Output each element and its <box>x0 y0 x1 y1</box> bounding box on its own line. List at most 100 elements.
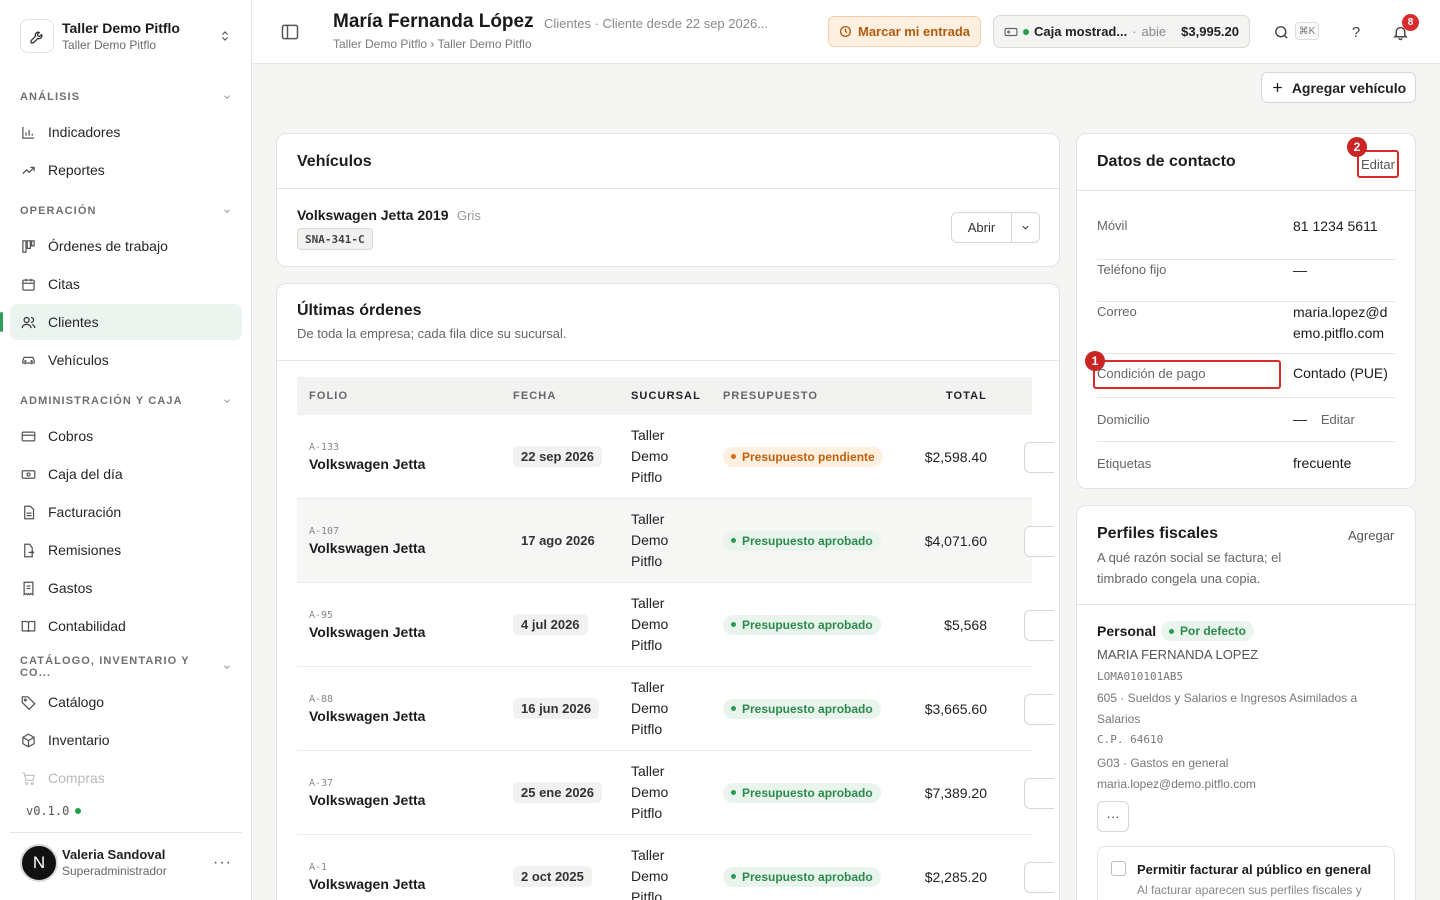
order-vehicle: Volkswagen Jetta <box>309 455 426 472</box>
nav-item-gastos[interactable]: Gastos <box>10 570 242 606</box>
column-header[interactable]: SUCURSAL <box>631 386 723 407</box>
fiscal-postal-code: C.P. 64610 <box>1097 733 1164 746</box>
recent-orders-card: Últimas órdenes De toda la empresa; cada… <box>276 283 1060 900</box>
nav-section-administracion[interactable]: ADMINISTRACIÓN Y CAJA <box>10 384 242 418</box>
fiscal-description: A qué razón social se factura; el timbra… <box>1097 550 1282 586</box>
nav-item-compras[interactable]: Compras <box>10 760 242 796</box>
add-vehicle-button[interactable]: Agregar vehículo <box>1261 72 1416 103</box>
row-action-button[interactable] <box>1024 694 1054 725</box>
allow-public-title: Permitir facturar al público en general <box>1137 862 1372 877</box>
nav-item-inventario[interactable]: Inventario <box>10 722 242 758</box>
allow-public-checkbox[interactable] <box>1111 861 1126 876</box>
order-vehicle: Volkswagen Jetta <box>309 539 426 556</box>
cash-register-name: Caja mostrad... <box>1034 24 1128 39</box>
nav-item-facturacion[interactable]: Facturación <box>10 494 242 530</box>
table-row[interactable]: A-1 Volkswagen Jetta 2 oct 2025 Taller Demo P… <box>297 835 1054 900</box>
fiscal-cfdi-use: G03 · Gastos en general <box>1097 756 1229 770</box>
user-name: Valeria Sandoval <box>62 847 166 862</box>
nav-item-citas[interactable]: Citas <box>10 266 242 302</box>
fiscal-email: maria.lopez@demo.pitflo.com <box>1097 777 1256 791</box>
nav-item-remisiones[interactable]: Remisiones <box>10 532 242 568</box>
more-icon[interactable]: ··· <box>213 854 232 872</box>
calendar-icon <box>20 276 36 292</box>
orders-title: Últimas órdenes <box>297 302 422 319</box>
fiscal-legal-name: MARIA FERNANDA LOPEZ <box>1097 647 1259 662</box>
wrench-icon <box>20 19 54 53</box>
org-switcher[interactable]: Taller Demo Pitflo Taller Demo Pitflo <box>10 10 242 62</box>
order-total: $7,389.20 <box>924 784 987 801</box>
chevron-down-icon <box>224 95 230 99</box>
notification-count: 8 <box>1402 14 1419 31</box>
cash-register-state: abie <box>1141 24 1167 39</box>
sidebar-toggle-icon[interactable] <box>280 22 300 42</box>
contact-row-address: Domicilio — Editar <box>1097 398 1395 442</box>
column-header[interactable]: PRESUPUESTO <box>723 390 891 402</box>
edit-address-link[interactable]: Editar <box>1321 412 1355 427</box>
nav-item-cobros[interactable]: Cobros <box>10 418 242 454</box>
row-action-button[interactable] <box>1024 442 1054 473</box>
order-date: 4 jul 2026 <box>513 614 588 635</box>
add-fiscal-profile-button[interactable]: Agregar <box>1348 528 1394 543</box>
shopping-cart-icon <box>20 770 36 786</box>
table-row[interactable]: A-37 Volkswagen Jetta 25 ene 2026 Taller Dem… <box>297 751 1054 835</box>
sidebar: Taller Demo Pitflo Taller Demo Pitflo AN… <box>0 0 252 900</box>
nav-item-caja[interactable]: Caja del día <box>10 456 242 492</box>
order-folio: A-133 <box>309 441 340 453</box>
status-badge: Presupuesto aprobado <box>723 782 881 803</box>
divider <box>1077 190 1415 191</box>
user-menu[interactable]: N Valeria Sandoval Superadministrador ··… <box>10 832 242 892</box>
order-folio: A-107 <box>309 525 340 537</box>
order-vehicle: Volkswagen Jetta <box>309 791 426 808</box>
status-badge: Presupuesto pendiente <box>723 446 883 467</box>
allow-public-invoice-option[interactable]: Permitir facturar al público en general … <box>1097 846 1395 900</box>
help-icon[interactable]: ? <box>1346 22 1366 42</box>
order-date: 2 oct 2025 <box>513 866 592 887</box>
open-vehicle-button[interactable]: Abrir <box>952 213 1012 242</box>
more-options-button[interactable]: ··· <box>1097 801 1129 832</box>
chevron-down-icon[interactable] <box>1012 213 1039 242</box>
cash-register-selector[interactable]: Caja mostrad... · abie $3,995.20 <box>993 15 1250 48</box>
nav-section-catalogo[interactable]: CATÁLOGO, INVENTARIO Y CO... <box>10 650 242 684</box>
order-branch: Taller Demo Pitflo <box>631 679 669 737</box>
contact-row-tags: Etiquetas frecuente <box>1097 454 1352 471</box>
status-badge: Presupuesto aprobado <box>723 614 881 635</box>
nav-item-reportes[interactable]: Reportes <box>10 152 242 188</box>
nav-item-indicadores[interactable]: Indicadores <box>10 114 242 150</box>
table-row[interactable]: A-107 Volkswagen Jetta 17 ago 2026 Taller De… <box>297 499 1054 583</box>
status-badge: Presupuesto aprobado <box>723 866 881 887</box>
row-action-button[interactable] <box>1024 778 1054 809</box>
nav-item-catalogo[interactable]: Catálogo <box>10 684 242 720</box>
vehicle-name[interactable]: Volkswagen Jetta 2019 <box>297 207 448 223</box>
order-total: $2,598.40 <box>924 448 987 465</box>
column-header[interactable]: FOLIO <box>297 390 513 402</box>
file-text-icon <box>20 504 36 520</box>
nav-section-analisis[interactable]: ANÁLISIS <box>10 80 242 114</box>
row-action-button[interactable] <box>1024 862 1054 893</box>
contact-row-mobile: Móvil 81 1234 5611 <box>1097 218 1395 260</box>
contact-row-phone: Teléfono fijo — <box>1097 260 1395 302</box>
nav-section-operacion[interactable]: OPERACIÓN <box>10 194 242 228</box>
breadcrumb[interactable]: Taller Demo Pitflo › Taller Demo Pitflo <box>333 37 532 51</box>
package-icon <box>20 732 36 748</box>
plus-icon <box>1272 83 1282 92</box>
nav-item-contabilidad[interactable]: Contabilidad <box>10 608 242 644</box>
table-row[interactable]: A-88 Volkswagen Jetta 16 jun 2026 Taller Dem… <box>297 667 1054 751</box>
row-action-button[interactable] <box>1024 610 1054 641</box>
order-date: 25 ene 2026 <box>513 782 603 803</box>
nav-item-ordenes[interactable]: Órdenes de trabajo <box>10 228 242 264</box>
table-body: A-133 Volkswagen Jetta 22 sep 2026 Taller De… <box>297 415 1054 900</box>
users-icon <box>20 314 36 330</box>
nav-item-clientes[interactable]: Clientes <box>0 304 242 340</box>
table-header: FOLIO FECHA SUCURSAL PRESUPUESTO TOTAL <box>297 377 1032 415</box>
row-action-button[interactable] <box>1024 526 1054 557</box>
search-icon[interactable] <box>1271 22 1291 42</box>
annotation-marker: 2 <box>1347 137 1367 157</box>
table-row[interactable]: A-133 Volkswagen Jetta 22 sep 2026 Taller De… <box>297 415 1054 499</box>
clock-in-button[interactable]: Marcar mi entrada <box>828 16 981 47</box>
table-row[interactable]: A-95 Volkswagen Jetta 4 jul 2026 Taller Demo… <box>297 583 1054 667</box>
nav-item-vehiculos[interactable]: Vehículos <box>10 342 242 378</box>
column-header[interactable]: TOTAL <box>891 390 1013 402</box>
status-dot <box>75 808 82 814</box>
column-header[interactable]: FECHA <box>513 390 631 402</box>
chevron-down-icon <box>224 209 230 213</box>
